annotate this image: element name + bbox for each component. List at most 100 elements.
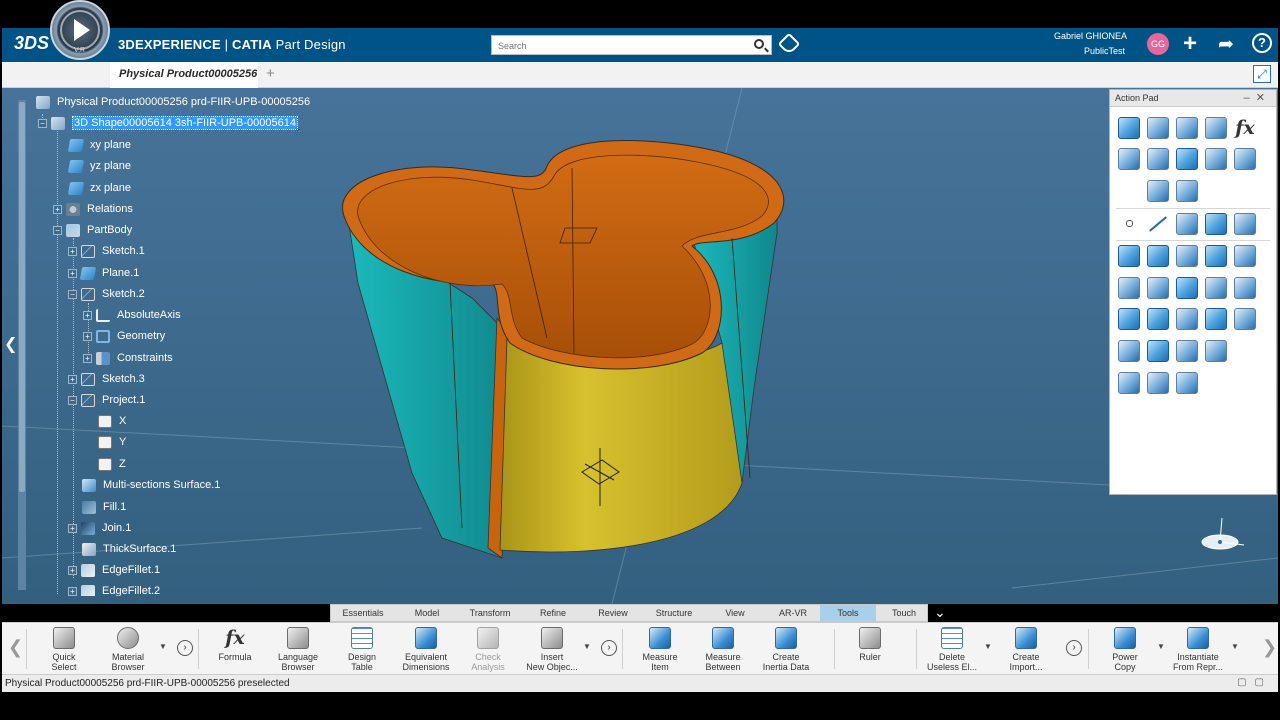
tree-item-physical-product[interactable]: Physical Product00005256 prd-FIIR-UPB-00… (36, 93, 310, 111)
status-icons[interactable]: ▢▢ (1237, 677, 1272, 688)
plane-icon[interactable] (1205, 213, 1227, 235)
more-icon[interactable]: › (601, 640, 617, 656)
tab-model[interactable]: Model (397, 605, 457, 621)
dropdown-arrow-icon[interactable]: ▼ (583, 642, 591, 651)
dropdown-arrow-icon[interactable]: ▼ (159, 642, 167, 651)
measure-item-button[interactable]: Measure Item (628, 625, 692, 673)
insert-new-object-button[interactable]: Insert New Objec... (520, 625, 584, 673)
expand-icon[interactable]: + (68, 586, 77, 596)
create-inertia-data-button[interactable]: Create Inertia Data (754, 625, 818, 673)
formula-button[interactable]: fx Formula (203, 625, 267, 673)
quick-select-button[interactable]: Quick Select (32, 625, 96, 673)
dropdown-arrow-icon[interactable]: ▼ (984, 642, 992, 651)
action-pad-controls[interactable]: –✕ (1244, 91, 1271, 104)
user-credential[interactable]: PublicTest (1084, 46, 1125, 56)
tag-icon[interactable] (777, 32, 801, 56)
power-copy-button[interactable]: Power Copy (1093, 625, 1157, 673)
avatar[interactable]: GG (1147, 33, 1169, 55)
add-tab-icon[interactable]: + (266, 65, 275, 82)
swap-icon[interactable] (1234, 148, 1256, 170)
shell-icon[interactable] (1205, 308, 1227, 330)
geometrical-set-icon[interactable] (1176, 117, 1198, 139)
compass-icon[interactable]: V,R (50, 0, 110, 60)
sweep-surface-icon[interactable] (1147, 245, 1169, 267)
tree-item-y[interactable]: Y (98, 433, 126, 451)
shaft-icon[interactable] (1176, 277, 1198, 299)
scroll-left-icon[interactable]: ❮ (8, 637, 23, 658)
show-hide-icon[interactable] (1205, 148, 1227, 170)
extrude-surface-icon[interactable] (1118, 245, 1140, 267)
collapse-icon[interactable]: − (53, 225, 62, 235)
search-part-icon[interactable] (1176, 180, 1198, 202)
search-icon[interactable] (754, 39, 764, 49)
expand-icon[interactable]: ⤢ (1253, 65, 1271, 83)
more-icon[interactable]: › (177, 640, 193, 656)
dropdown-arrow-icon[interactable]: ▼ (1231, 642, 1239, 651)
expand-icon[interactable]: + (83, 310, 92, 320)
scroll-thumb[interactable] (19, 102, 25, 492)
tab-transform[interactable]: Transform (461, 605, 519, 621)
hole-icon[interactable] (1205, 277, 1227, 299)
tree-item-sketch-3[interactable]: + Sketch.3 (68, 370, 145, 388)
chevron-down-icon[interactable]: ⌄ (934, 604, 946, 621)
scroll-right-icon[interactable]: ❯ (1262, 637, 1277, 658)
check-analysis-button[interactable]: Check Analysis (456, 625, 520, 673)
more-icon[interactable]: › (1066, 640, 1082, 656)
tab-view[interactable]: View (707, 605, 763, 621)
tree-item-z[interactable]: Z (98, 455, 126, 473)
language-browser-button[interactable]: Language Browser (266, 625, 330, 673)
intersect-icon[interactable] (1205, 340, 1227, 362)
mirror-icon[interactable] (1176, 372, 1198, 394)
tab-touch[interactable]: Touch (876, 605, 932, 621)
measure-between-button[interactable]: Measure Between (691, 625, 755, 673)
action-pad[interactable]: Action Pad –✕ fx (1109, 89, 1277, 495)
line-icon[interactable] (1148, 216, 1168, 232)
sketch-icon[interactable] (1234, 213, 1256, 235)
tab-review[interactable]: Review (585, 605, 641, 621)
parameter-icon[interactable] (1205, 117, 1227, 139)
circular-pattern-icon[interactable] (1147, 372, 1169, 394)
3ds-logo-icon[interactable]: 3DS (14, 33, 49, 54)
model-front-wall[interactable] (499, 337, 743, 553)
tab-essentials[interactable]: Essentials (335, 605, 391, 621)
pad-icon[interactable] (1118, 277, 1140, 299)
normal-view-icon[interactable] (1147, 148, 1169, 170)
body-icon[interactable] (1147, 117, 1169, 139)
tab-refine[interactable]: Refine (525, 605, 581, 621)
fill-surface-icon[interactable] (1234, 245, 1256, 267)
expand-icon[interactable]: + (68, 565, 77, 575)
expand-icon[interactable]: + (68, 374, 77, 384)
draft-icon[interactable] (1176, 308, 1198, 330)
equivalent-dimensions-button[interactable]: Equivalent Dimensions (394, 625, 458, 673)
tree-item-thicksurface-1[interactable]: ThickSurface.1 (82, 540, 176, 558)
expand-icon[interactable]: + (68, 246, 77, 256)
tree-item-multi-sections-surface[interactable]: Multi-sections Surface.1 (82, 476, 220, 494)
tree-item-3d-shape[interactable]: − 3D Shape00005614 3sh-FIIR-UPB-00005614 (38, 114, 298, 132)
design-table-button[interactable]: Design Table (330, 625, 394, 673)
revolve-surface-icon[interactable] (1205, 245, 1227, 267)
tree-item-edgefillet-1[interactable]: + EdgeFillet.1 (68, 561, 160, 579)
delete-useless-elements-button[interactable]: Delete Useless El... (920, 625, 984, 673)
axis-system-icon[interactable] (1176, 213, 1198, 235)
tree-item-relations[interactable]: + Relations (53, 200, 133, 218)
expand-icon[interactable]: + (53, 204, 62, 214)
pattern-icon[interactable] (1118, 372, 1140, 394)
tree-item-x[interactable]: X (98, 412, 126, 430)
tree-item-edgefillet-2[interactable]: + EdgeFillet.2 (68, 582, 160, 596)
help-icon[interactable]: ? (1252, 33, 1272, 53)
tree-item-xy-plane[interactable]: xy plane (67, 136, 131, 154)
formula-icon[interactable]: fx (1234, 117, 1256, 139)
expand-icon[interactable]: + (68, 523, 77, 533)
part-icon[interactable] (1118, 117, 1140, 139)
expand-icon[interactable]: + (83, 331, 92, 341)
tab-structure[interactable]: Structure (645, 605, 703, 621)
tab-tools[interactable]: Tools (820, 605, 876, 621)
offset-surface-icon[interactable] (1176, 245, 1198, 267)
boolean-icon[interactable] (1118, 340, 1140, 362)
tree-item-sketch-2[interactable]: − Sketch.2 (68, 285, 145, 303)
tree-item-sketch-1[interactable]: + Sketch.1 (68, 242, 145, 260)
tree-item-plane-1[interactable]: + Plane.1 (68, 264, 139, 282)
tab-physical-product[interactable]: Physical Product00005256 (110, 62, 258, 88)
tree-item-absolute-axis[interactable]: + AbsoluteAxis (83, 306, 181, 324)
collapse-icon[interactable]: − (68, 289, 77, 299)
